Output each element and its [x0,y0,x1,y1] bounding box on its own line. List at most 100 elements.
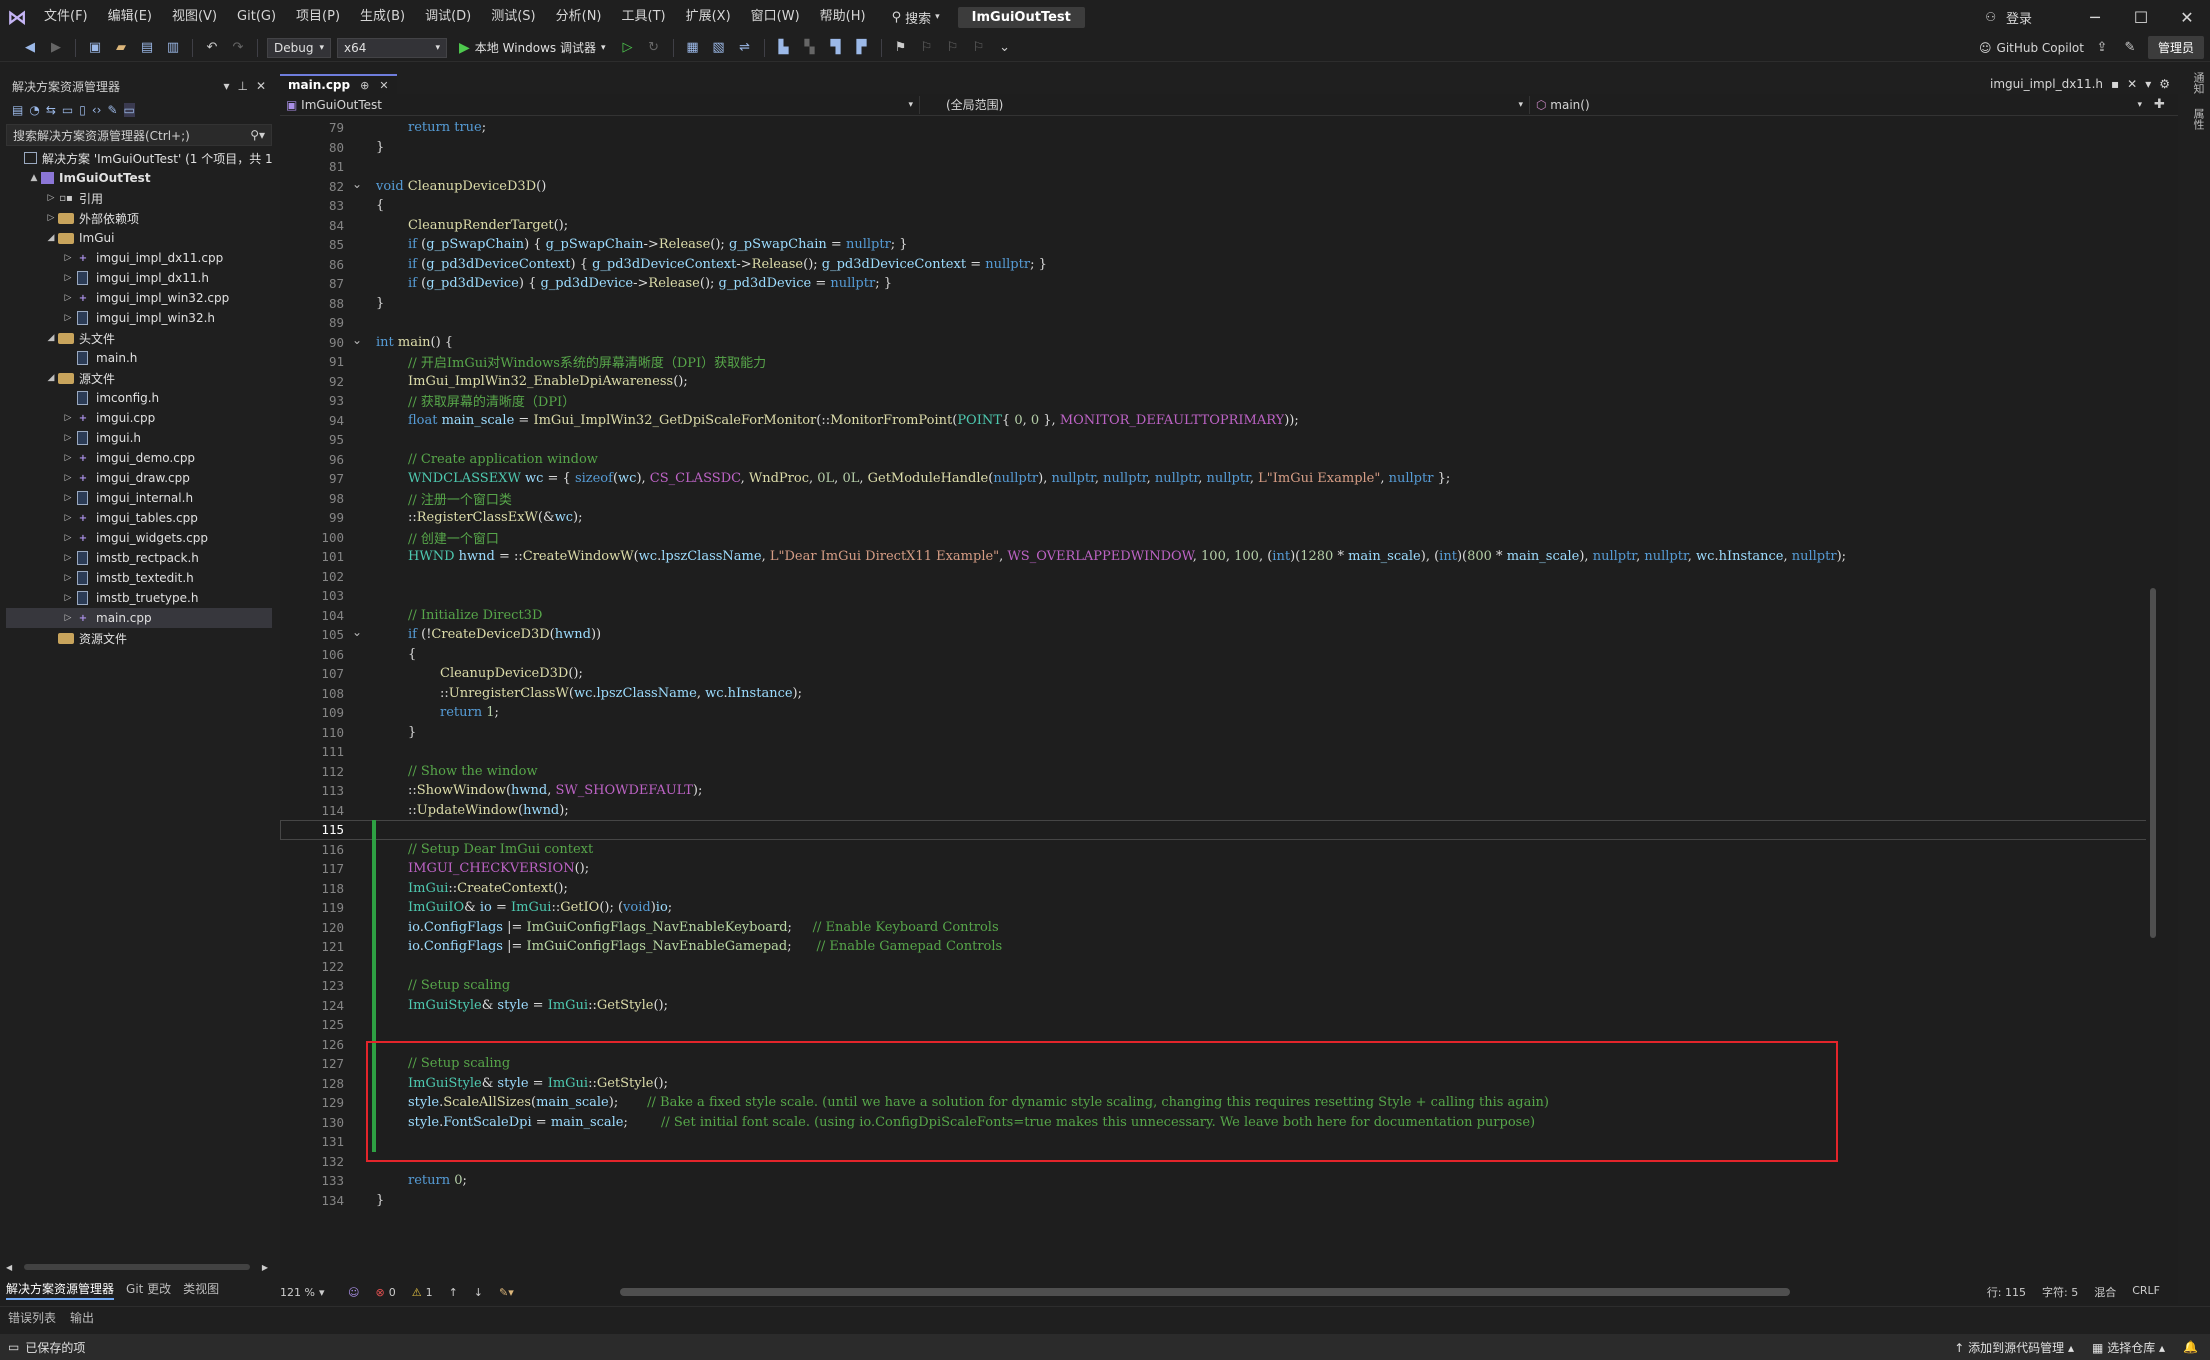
member-nav-select[interactable]: ⬡ main() ▾ [1530,96,2148,114]
prev-bookmark-icon[interactable]: ⚐ [917,38,937,58]
tree-item[interactable]: ▷ + imgui_demo.cpp [6,448,272,468]
tree-item[interactable]: ▷ + imgui_impl_dx11.cpp [6,248,272,268]
code-line[interactable]: 124 ImGuiStyle& style = ImGui::GetStyle()… [280,996,2160,1016]
close-icon[interactable]: ✕ [256,79,266,93]
login-button[interactable]: 登录 [1996,8,2072,27]
expand-chevron-icon[interactable]: ▷ [61,453,75,463]
preview-icon[interactable]: ▭ [123,103,135,117]
collapse-all-icon[interactable]: ▭ [62,103,73,117]
split-icon[interactable]: ✚ [2154,97,2165,112]
close-tab-icon[interactable]: ✕ [2127,77,2137,91]
prev-issue-icon[interactable]: ↑ [441,1286,466,1299]
code-line[interactable]: 117 IMGUI_CHECKVERSION(); [280,859,2160,879]
tree-item[interactable]: ▲ ImGuiOutTest [6,168,272,188]
format-icon[interactable]: ▚ [800,38,820,58]
pin-icon[interactable]: ⊕ [360,79,369,92]
pin-icon[interactable]: ⊥ [237,79,247,93]
expand-chevron-icon[interactable]: ◢ [44,233,58,243]
expand-chevron-icon[interactable]: ▷ [61,513,75,523]
next-bookmark-icon[interactable]: ⚐ [943,38,963,58]
tree-item[interactable]: ▷ 外部依赖项 [6,208,272,228]
expand-chevron-icon[interactable]: ▷ [61,553,75,563]
tree-item[interactable]: ▷ + imgui_impl_win32.cpp [6,288,272,308]
close-tab-icon[interactable]: ✕ [379,79,388,92]
select-repo-button[interactable]: ▦ 选择仓库 ▴ [2092,1339,2165,1356]
code-line[interactable]: 89 [280,313,2160,333]
scroll-thumb[interactable] [2150,588,2156,938]
menu-item-2[interactable]: 视图(V) [162,0,227,34]
scroll-left-icon[interactable]: ◀ [6,1263,12,1272]
code-line[interactable]: 83 { [280,196,2160,216]
tab-class-view[interactable]: 类视图 [183,1280,219,1300]
feedback-icon[interactable]: ✎ [2120,38,2140,58]
search-button[interactable]: ⚲ 搜索 ▾ [884,8,948,27]
copilot-status-icon[interactable]: ☺ [340,1286,367,1299]
tree-item[interactable]: main.h [6,348,272,368]
menu-item-0[interactable]: 文件(F) [34,0,98,34]
add-to-source-control-button[interactable]: ↑ 添加到源代码管理 ▴ [1954,1339,2074,1356]
code-line[interactable]: 123 // Setup scaling [280,976,2160,996]
expand-chevron-icon[interactable]: ▷ [61,533,75,543]
code-line[interactable]: 86 if (g_pd3dDeviceContext) { g_pd3dDevic… [280,255,2160,275]
code-line[interactable]: 94 float main_scale = ImGui_ImplWin32_Get… [280,411,2160,431]
tree-item[interactable]: ▷ + imgui_tables.cpp [6,508,272,528]
code-line[interactable]: 121 io.ConfigFlags |= ImGuiConfigFlags_Na… [280,937,2160,957]
project-nav-select[interactable]: ▣ ImGuiOutTest ▾ [280,95,920,114]
switch-views-icon[interactable]: ▤ [12,103,23,117]
notifications-bell-icon[interactable]: 🔔 [2183,1340,2198,1354]
scroll-right-icon[interactable]: ▶ [262,1263,268,1272]
uncomment-icon[interactable]: ▛ [852,38,872,58]
redo-icon[interactable]: ↷ [228,38,248,58]
expand-chevron-icon[interactable]: ▷ [61,253,75,263]
tree-item[interactable]: ▷ imstb_textedit.h [6,568,272,588]
code-cleanup-icon[interactable]: ✎▾ [491,1286,522,1299]
code-line[interactable]: 96 // Create application window [280,450,2160,470]
code-line[interactable]: 108::UnregisterClassW(wc.lpszClassName, … [280,684,2160,704]
code-line[interactable]: 122 [280,957,2160,977]
menu-item-3[interactable]: Git(G) [227,0,286,34]
hot-reload-icon[interactable]: ▙ [774,38,794,58]
tree-item[interactable]: 资源文件 [6,628,272,648]
code-line[interactable]: 110} [280,723,2160,743]
dropdown-icon[interactable]: ▾ [223,79,229,93]
code-icon[interactable]: ‹› [92,103,102,117]
menu-item-8[interactable]: 分析(N) [546,0,612,34]
editor-hscrollbar[interactable] [620,1288,2070,1296]
next-issue-icon[interactable]: ↓ [466,1286,491,1299]
code-line[interactable]: 105 ⌄ if (!CreateDeviceD3D(hwnd)) [280,625,2160,645]
new-project-icon[interactable]: ▣ [85,38,105,58]
expand-chevron-icon[interactable]: ▷ [44,213,58,223]
tab-error-list[interactable]: 错误列表 [8,1309,56,1326]
start-debugging-button[interactable]: ▶ 本地 Windows 调试器 ▾ [453,39,612,56]
code-line[interactable]: 111 [280,742,2160,762]
tree-item[interactable]: ▷ + main.cpp [6,608,272,628]
code-text-area[interactable]: 79 return true; 80} 81 82 ⌄ void CleanupDevic… [280,118,2160,1284]
start-without-debugging-icon[interactable]: ▷ [618,38,638,58]
code-line[interactable]: 133 return 0; [280,1171,2160,1191]
menu-item-7[interactable]: 测试(S) [481,0,545,34]
share-icon[interactable]: ⇪ [2092,38,2112,58]
navigate-forward-icon[interactable]: ▶ [46,38,66,58]
menu-item-4[interactable]: 项目(P) [286,0,350,34]
scroll-thumb[interactable] [620,1288,1790,1296]
tab-output[interactable]: 输出 [70,1309,94,1326]
code-line[interactable]: 85 if (g_pSwapChain) { g_pSwapChain->Rele… [280,235,2160,255]
menu-item-6[interactable]: 调试(D) [415,0,481,34]
tree-item[interactable]: ▷ ▫▪ 引用 [6,188,272,208]
code-line[interactable]: 95 [280,430,2160,450]
github-copilot-button[interactable]: ☺ GitHub Copilot [1979,41,2084,55]
expand-chevron-icon[interactable]: ◢ [44,373,58,383]
fold-chevron-icon[interactable]: ⌄ [352,177,362,191]
expand-chevron-icon[interactable]: ▷ [61,313,75,323]
expand-chevron-icon[interactable]: ▷ [61,413,75,423]
layout-icon[interactable]: ▧ [709,38,729,58]
code-line[interactable]: 102 [280,567,2160,587]
bookmark-icon[interactable]: ⚑ [891,38,911,58]
tabs-indicator[interactable]: 混合 [2094,1284,2116,1300]
fold-chevron-icon[interactable]: ⌄ [352,625,362,639]
open-folder-icon[interactable]: ▰ [111,38,131,58]
configuration-select[interactable]: Debug ▾ [267,37,331,58]
tree-item[interactable]: ▷ imgui_impl_dx11.h [6,268,272,288]
code-line[interactable]: 118 ImGui::CreateContext(); [280,879,2160,899]
code-line[interactable]: 113::ShowWindow(hwnd, SW_SHOWDEFAULT); [280,781,2160,801]
